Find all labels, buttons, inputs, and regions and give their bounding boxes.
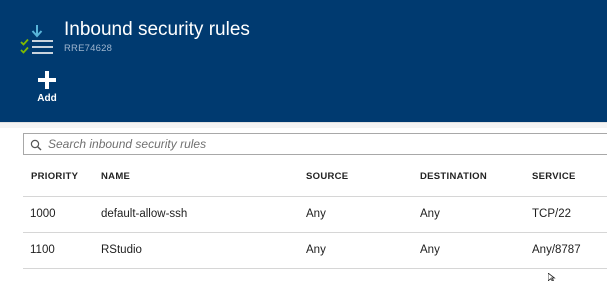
add-button[interactable]: Add [30, 68, 64, 108]
column-header-service[interactable]: SERVICE [532, 160, 576, 194]
cell-source: Any [306, 244, 326, 256]
column-header-priority[interactable]: PRIORITY [31, 160, 78, 194]
row-divider [23, 268, 607, 269]
rules-table: PRIORITY NAME SOURCE DESTINATION SERVICE… [0, 160, 607, 269]
add-button-label: Add [37, 93, 57, 104]
search-box[interactable] [23, 133, 607, 155]
page-subtitle: RRE74628 [64, 43, 113, 54]
cell-destination: Any [420, 208, 440, 220]
plus-icon [38, 71, 56, 89]
cell-name: default-allow-ssh [101, 208, 188, 220]
cell-service: Any/8787 [532, 244, 581, 256]
mouse-cursor-icon [548, 273, 556, 281]
blade-header: Inbound security rules RRE74628 Add [0, 0, 607, 122]
column-header-name[interactable]: NAME [101, 160, 130, 194]
table-header-row: PRIORITY NAME SOURCE DESTINATION SERVICE [0, 160, 607, 196]
search-icon [30, 139, 42, 151]
cell-priority: 1000 [30, 208, 56, 220]
cell-source: Any [306, 208, 326, 220]
security-rules-icon [20, 25, 53, 54]
search-input[interactable] [48, 136, 598, 152]
cell-service: TCP/22 [532, 208, 571, 220]
cell-priority: 1100 [30, 244, 55, 256]
page-title: Inbound security rules [64, 19, 250, 40]
column-header-destination[interactable]: DESTINATION [420, 160, 487, 194]
column-header-source[interactable]: SOURCE [306, 160, 348, 194]
cell-destination: Any [420, 244, 440, 256]
content-divider [0, 122, 607, 128]
cell-name: RStudio [101, 244, 142, 256]
table-row[interactable]: 1100 RStudio Any Any Any/8787 [0, 232, 607, 268]
table-row[interactable]: 1000 default-allow-ssh Any Any TCP/22 [0, 196, 607, 232]
